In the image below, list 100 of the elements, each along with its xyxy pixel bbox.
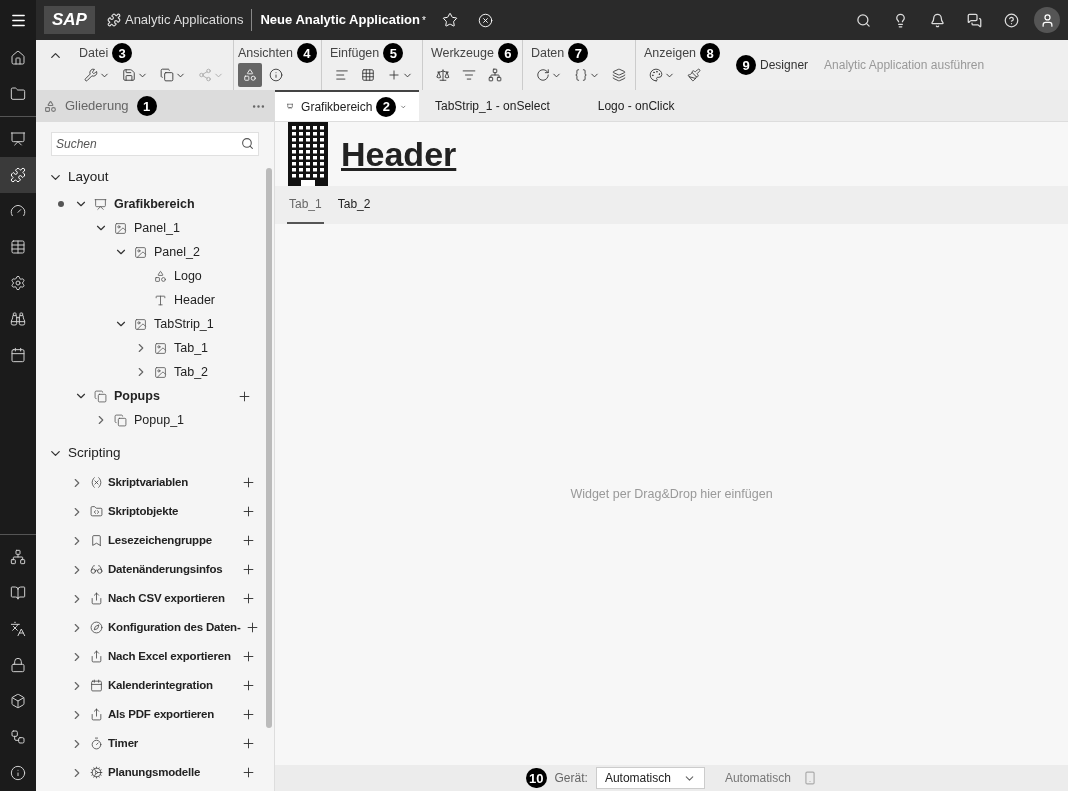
tree-item[interactable]: Skriptvariablen [108, 473, 189, 492]
callout-number: 7 [568, 43, 589, 63]
toolbar-button[interactable] [238, 63, 262, 87]
folder-icon [10, 86, 26, 102]
tree-item[interactable]: Datenänderungsinfos [108, 560, 223, 579]
callout-number: 6 [497, 43, 518, 63]
tab[interactable]: Tab_2 [335, 186, 373, 224]
search-icon[interactable] [856, 12, 871, 28]
info-icon [10, 765, 26, 781]
cog-icon [90, 766, 103, 779]
section-heading[interactable]: Layout [68, 166, 109, 188]
popup-icon [114, 413, 127, 427]
add-icon[interactable] [241, 649, 256, 664]
tree-item[interactable]: Nach Excel exportieren [108, 647, 231, 666]
puzzle-icon [106, 13, 121, 27]
bookmark-icon [90, 534, 103, 547]
tree-item[interactable]: Planungsmodelle [108, 763, 201, 782]
panel-icon [134, 245, 147, 259]
tree-item[interactable]: Popups [114, 386, 160, 406]
device-label: Gerät: [554, 770, 588, 787]
add-icon[interactable] [241, 736, 256, 751]
callout-number: 3 [112, 43, 133, 63]
editor-tab[interactable]: TabStrip_1 - onSelect [419, 90, 562, 121]
chat-icon[interactable] [967, 12, 982, 28]
add-icon[interactable] [244, 620, 260, 635]
editor-tab[interactable]: Grafikbereich 2 [275, 90, 419, 121]
timer-icon [90, 737, 103, 750]
mode-label[interactable]: Designer [760, 56, 809, 74]
orientation-label: Automatisch [724, 770, 791, 787]
tree-item[interactable]: Kalenderintegration [108, 676, 213, 695]
tree-item[interactable]: Konfiguration des Daten- [108, 618, 241, 637]
add-icon[interactable] [237, 388, 252, 404]
calendar-icon [10, 347, 26, 363]
bell-icon[interactable] [930, 12, 945, 28]
help-icon[interactable] [1004, 12, 1019, 28]
add-icon[interactable] [241, 707, 256, 722]
tree-item[interactable]: Als PDF exportieren [108, 705, 215, 724]
tree-item[interactable]: Skriptobjekte [108, 502, 179, 521]
flow-icon [10, 729, 26, 745]
book-icon [10, 585, 26, 601]
script-folder-icon [90, 505, 103, 518]
tab[interactable]: Tab_1 [287, 186, 324, 224]
add-icon[interactable] [241, 678, 256, 693]
panel-icon [154, 365, 167, 379]
binoculars-icon [10, 311, 26, 327]
settings-icon [10, 275, 26, 291]
tree-item[interactable]: TabStrip_1 [154, 314, 214, 334]
glasses-icon [90, 563, 103, 576]
group-label: Anzeigen [643, 44, 697, 62]
callout-number: 8 [700, 43, 721, 63]
text-icon [154, 293, 167, 307]
panel-icon [114, 221, 127, 235]
drop-hint: Widget per Drag&Drop hier einfügen [570, 486, 773, 504]
panel-title: Gliederung [65, 97, 129, 116]
add-icon[interactable] [241, 533, 256, 548]
app-name[interactable]: Analytic Applications [124, 10, 244, 30]
tree-item[interactable]: Panel_1 [134, 218, 180, 238]
add-icon[interactable] [241, 504, 256, 519]
puzzle-icon [10, 167, 26, 183]
search-field[interactable]: Suchen [51, 132, 259, 156]
canvas-icon [94, 197, 107, 211]
add-icon[interactable] [241, 475, 256, 490]
editor-tab[interactable]: Logo - onClick [581, 90, 687, 121]
translate-icon [10, 621, 26, 637]
panel-icon [134, 317, 147, 331]
document-title: Neue Analytic Application [260, 11, 420, 30]
home-icon [10, 50, 26, 66]
nav-rail-button[interactable] [0, 157, 36, 193]
tree-item[interactable]: Lesezeichengruppe [108, 531, 212, 550]
callout-number: 2 [376, 96, 397, 117]
tree-item[interactable]: Popup_1 [134, 410, 185, 430]
tree-item[interactable]: Grafikbereich [114, 194, 195, 214]
export-icon [90, 592, 103, 605]
device-select[interactable]: Automatisch [595, 767, 705, 789]
logo[interactable]: SAP [44, 6, 95, 34]
variable-icon [90, 476, 103, 489]
tree-item[interactable]: Tab_2 [174, 362, 209, 382]
add-icon[interactable] [241, 562, 256, 577]
tree-item[interactable]: Panel_2 [154, 242, 200, 262]
lightbulb-icon[interactable] [893, 12, 908, 28]
close-icon[interactable] [477, 12, 493, 28]
section-heading[interactable]: Scripting [68, 442, 121, 464]
add-icon[interactable] [241, 591, 256, 606]
tree-item[interactable]: Nach CSV exportieren [108, 589, 225, 608]
shapes-icon [44, 99, 57, 113]
tree-item[interactable]: Tab_1 [174, 338, 209, 358]
callout-number: 9 [736, 55, 757, 75]
export-icon [90, 708, 103, 721]
shapes-icon [154, 269, 167, 283]
add-icon[interactable] [241, 765, 256, 780]
tree-item[interactable]: Logo [174, 266, 202, 286]
tree-item[interactable]: Header [174, 290, 215, 310]
gauge-icon [10, 203, 26, 219]
tree-item[interactable]: Timer [108, 734, 139, 753]
favorite-star-icon[interactable] [441, 12, 458, 28]
avatar[interactable] [1034, 7, 1060, 33]
export-icon [90, 650, 103, 663]
modified-mark: * [421, 13, 426, 28]
popup-icon [94, 389, 107, 403]
panel-icon [154, 341, 167, 355]
